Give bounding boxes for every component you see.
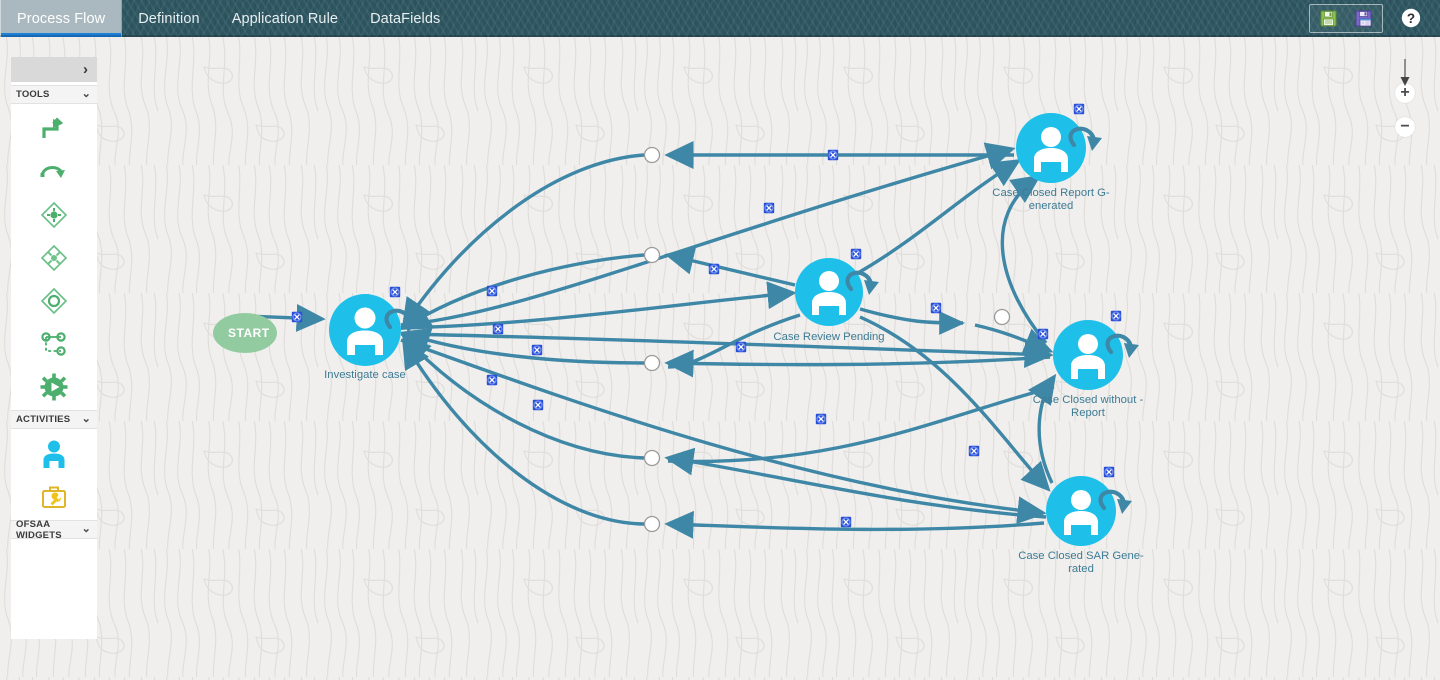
edge-review-pending-to-waypoint6[interactable] xyxy=(859,307,966,335)
save-icon xyxy=(1320,10,1336,27)
edge-review-pending-to-report-gen[interactable] xyxy=(857,159,1022,275)
delete-edge-badge[interactable] xyxy=(827,149,839,161)
save-button[interactable] xyxy=(1316,8,1340,30)
delete-edge-badge[interactable] xyxy=(486,285,498,297)
palette-section-tools-title: TOOLS xyxy=(16,89,50,100)
tab-definition[interactable]: Definition xyxy=(122,0,215,37)
delete-edge-badge[interactable] xyxy=(1037,328,1049,340)
zoom-out-label: − xyxy=(1400,118,1410,135)
palette-section-widgets-header[interactable]: OFSAA WIDGETS ⌄ xyxy=(11,518,97,541)
zoom-out-button[interactable]: − xyxy=(1395,117,1415,137)
node-case-closed-without-report[interactable] xyxy=(1053,310,1139,390)
delete-edge-badge[interactable] xyxy=(735,341,747,353)
diagram-canvas[interactable]: › TOOLS ⌄ ACTIVITIES ⌄ OFSAA WIDGETS ⌄ +… xyxy=(0,37,1440,680)
waypoint-node[interactable] xyxy=(993,308,1011,326)
curved-connector-icon xyxy=(40,166,65,178)
tab-application-rule[interactable]: Application Rule xyxy=(216,0,354,37)
palette-section-activities-header[interactable]: ACTIVITIES ⌄ xyxy=(11,410,97,429)
delete-edge-badge[interactable] xyxy=(840,516,852,528)
chevron-down-icon: ⌄ xyxy=(81,523,91,535)
tool-service-task[interactable] xyxy=(32,482,76,512)
edge-review-pending-to-sar-gen[interactable] xyxy=(859,315,1051,492)
delete-edge-badge[interactable] xyxy=(389,286,401,298)
delete-edge-badge[interactable] xyxy=(815,413,827,425)
delete-edge-badge[interactable] xyxy=(532,399,544,411)
tool-curved-connector[interactable] xyxy=(32,157,76,187)
delete-edge-badge[interactable] xyxy=(968,445,980,457)
node-case-review-pending[interactable] xyxy=(795,248,879,326)
delete-edge-badge[interactable] xyxy=(531,344,543,356)
zoom-in-button[interactable]: + xyxy=(1395,83,1415,103)
decision-node-icon xyxy=(40,201,68,229)
palette-section-widgets-body xyxy=(11,539,97,639)
start-node-label: START xyxy=(228,326,270,340)
palette-section-tools-body xyxy=(11,104,97,410)
parallel-gateway-icon xyxy=(40,244,68,272)
edge-without-report-to-waypoint3[interactable] xyxy=(664,349,1051,378)
edge-investigate-to-report-gen[interactable] xyxy=(400,142,1016,327)
edge-waypoint2-to-investigate xyxy=(400,253,645,331)
event-gateway-icon xyxy=(40,287,68,315)
palette-section-widgets-title: OFSAA WIDGETS xyxy=(16,518,62,541)
tool-step-connector[interactable] xyxy=(32,114,76,144)
waypoint-node[interactable] xyxy=(643,449,661,467)
tool-process[interactable] xyxy=(32,372,76,402)
help-icon: ? xyxy=(1401,8,1421,28)
app-header: Process Flow Definition Application Rule… xyxy=(0,0,1440,37)
tool-palette: › TOOLS ⌄ ACTIVITIES ⌄ OFSAA WIDGETS ⌄ xyxy=(11,57,97,639)
waypoint-node[interactable] xyxy=(643,146,661,164)
header-action-group xyxy=(1309,4,1383,33)
save-as-button[interactable] xyxy=(1352,8,1376,30)
palette-section-activities-body xyxy=(11,429,97,520)
edge-without-report-return[interactable] xyxy=(667,385,1055,464)
delete-edge-badge[interactable] xyxy=(492,323,504,335)
edge-sar-gen-to-waypoint5[interactable] xyxy=(664,510,1045,539)
edge-sar-gen-to-without-report[interactable] xyxy=(1027,373,1057,484)
process-flow-editor: Process Flow Definition Application Rule… xyxy=(0,0,1440,680)
service-task-icon xyxy=(42,486,66,508)
waypoint-node[interactable] xyxy=(643,246,661,264)
tool-event-gateway[interactable] xyxy=(32,286,76,316)
tab-bar: Process Flow Definition Application Rule… xyxy=(0,0,456,37)
palette-section-activities-title: ACTIVITIES xyxy=(16,414,71,425)
palette-collapse-button[interactable]: › xyxy=(11,57,97,85)
gear-process-icon xyxy=(40,373,68,401)
tool-branch[interactable] xyxy=(32,329,76,359)
zoom-in-label: + xyxy=(1400,84,1410,101)
node-case-closed-report-generated[interactable] xyxy=(1016,103,1102,183)
branch-icon xyxy=(41,332,66,356)
chevron-down-icon: ⌄ xyxy=(81,88,91,100)
tab-process-flow[interactable]: Process Flow xyxy=(0,0,123,37)
zoom-controls: + − xyxy=(1395,59,1415,151)
waypoint-node[interactable] xyxy=(643,354,661,372)
delete-edge-badge[interactable] xyxy=(486,374,498,386)
step-connector-icon xyxy=(42,117,63,138)
tab-datafields[interactable]: DataFields xyxy=(354,0,456,37)
help-button[interactable]: ? xyxy=(1399,6,1423,30)
save-as-icon xyxy=(1355,10,1372,27)
edge-investigate-to-sar-gen[interactable] xyxy=(400,338,1047,525)
delete-edge-badge[interactable] xyxy=(930,302,942,314)
palette-section-tools-header[interactable]: TOOLS ⌄ xyxy=(11,85,97,104)
delete-edge-badge[interactable] xyxy=(1110,310,1122,322)
edge-sar-gen-to-waypoint4[interactable] xyxy=(664,447,1047,519)
node-case-closed-sar-generated[interactable] xyxy=(1046,466,1132,546)
tool-parallel-gateway[interactable] xyxy=(32,243,76,273)
waypoint-node[interactable] xyxy=(643,515,661,533)
pan-indicator-arrow xyxy=(1400,59,1410,86)
delete-edge-badge[interactable] xyxy=(708,263,720,275)
help-glyph: ? xyxy=(1407,11,1415,26)
delete-edge-badge[interactable] xyxy=(1103,466,1115,478)
delete-edge-badge[interactable] xyxy=(1073,103,1085,115)
chevron-down-icon: ⌄ xyxy=(81,413,91,425)
human-task-icon xyxy=(43,440,65,468)
tool-decision[interactable] xyxy=(32,200,76,230)
delete-edge-badge[interactable] xyxy=(763,202,775,214)
delete-edge-badge[interactable] xyxy=(850,248,862,260)
edge-review-pending-to-waypoint2[interactable] xyxy=(664,247,796,287)
tool-human-task[interactable] xyxy=(32,439,76,469)
flow-graph[interactable] xyxy=(0,37,1440,680)
delete-edge-badge[interactable] xyxy=(291,311,303,323)
collapse-palette-chevron: › xyxy=(83,61,88,78)
